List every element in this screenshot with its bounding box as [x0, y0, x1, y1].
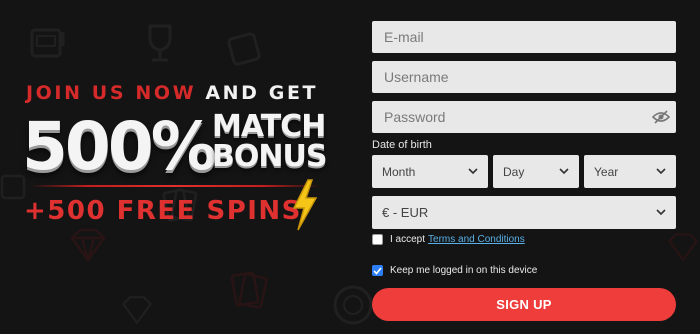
chevron-down-icon [656, 209, 666, 216]
keep-logged-in-label: Keep me logged in on this device [390, 265, 538, 276]
month-select-value: Month [382, 164, 416, 179]
dob-label: Date of birth [372, 139, 432, 151]
lightning-bolt-icon [292, 179, 318, 231]
chevron-down-icon [468, 168, 478, 175]
terms-checkbox[interactable] [372, 234, 383, 245]
promo-banner: JOIN US NOW AND GET 500% MATCH BONUS +50… [0, 0, 350, 334]
diamond-icon [668, 233, 698, 262]
promo-headline: JOIN US NOW AND GET [26, 82, 318, 104]
email-field[interactable] [372, 21, 676, 53]
signup-button[interactable]: SIGN UP [372, 288, 676, 321]
chevron-down-icon [656, 168, 666, 175]
username-field[interactable] [372, 61, 676, 93]
year-select[interactable]: Year [584, 155, 676, 188]
match-text: MATCH [212, 109, 326, 144]
free-spins-text: +500 FREE SPINS [24, 196, 302, 226]
day-select-value: Day [503, 164, 525, 179]
match-bonus-text: MATCH BONUS [212, 109, 327, 174]
checkmark-icon [373, 266, 382, 275]
password-field[interactable] [372, 101, 676, 133]
currency-select-value: € - EUR [382, 205, 429, 220]
promo-divider [30, 185, 320, 187]
day-select[interactable]: Day [493, 155, 579, 188]
bonus-percent: 500% [22, 108, 217, 185]
keep-logged-in-checkbox[interactable] [372, 265, 383, 276]
promo-headline-red: JOIN US NOW [26, 82, 197, 104]
eye-slash-icon[interactable] [652, 110, 670, 124]
month-select[interactable]: Month [372, 155, 488, 188]
terms-prefix: I accept [390, 234, 426, 245]
terms-link[interactable]: Terms and Conditions [428, 234, 525, 245]
terms-row: I accept Terms and Conditions [372, 234, 525, 245]
keep-logged-in-row: Keep me logged in on this device [372, 265, 537, 276]
bonus-text: BONUS [212, 139, 327, 174]
currency-select[interactable]: € - EUR [372, 196, 676, 229]
promo-headline-white: AND GET [205, 82, 319, 104]
chevron-down-icon [559, 168, 569, 175]
year-select-value: Year [594, 164, 619, 179]
